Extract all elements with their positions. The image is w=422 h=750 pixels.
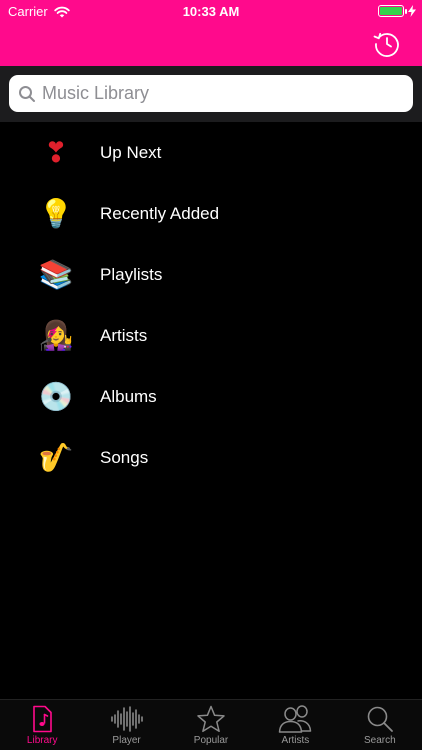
- list-item-albums[interactable]: 💿 Albums: [0, 366, 422, 427]
- status-bar: Carrier 10:33 AM: [0, 0, 422, 22]
- books-icon: 📚: [38, 258, 74, 291]
- magnifier-icon: [19, 85, 35, 102]
- app-header: Carrier 10:33 AM: [0, 0, 422, 66]
- star-icon: [197, 705, 225, 733]
- search-icon: [367, 706, 393, 732]
- list-item-label: Songs: [100, 447, 149, 467]
- list-item-label: Playlists: [100, 264, 163, 284]
- list-item-label: Albums: [100, 386, 157, 406]
- list-item-label: Up Next: [100, 142, 162, 162]
- search-input[interactable]: [42, 83, 392, 104]
- history-clock-icon[interactable]: [372, 29, 402, 59]
- list-item-songs[interactable]: 🎷 Songs: [0, 427, 422, 488]
- search-bar-container: [0, 66, 422, 122]
- tab-search[interactable]: Search: [338, 700, 422, 750]
- tab-label: Search: [363, 735, 396, 746]
- list-item-label: Artists: [100, 325, 148, 345]
- lightbulb-icon: 💡: [38, 197, 74, 230]
- list-item-up-next[interactable]: ❣ Up Next: [0, 122, 422, 183]
- disc-icon: 💿: [38, 380, 74, 413]
- saxophone-icon: 🎷: [38, 441, 74, 474]
- list-item-artists[interactable]: 👩‍🎤 Artists: [0, 305, 422, 366]
- tab-label: Library: [26, 735, 58, 746]
- people-icon: [279, 705, 312, 733]
- music-note-icon: [33, 705, 53, 733]
- list-item-label: Recently Added: [100, 203, 220, 223]
- status-time: 10:33 AM: [182, 4, 240, 19]
- tab-popular[interactable]: Popular: [169, 700, 253, 750]
- waveform-icon: [110, 706, 143, 732]
- charging-bolt-icon: [408, 5, 416, 17]
- battery-group: [378, 5, 416, 17]
- list-item-playlists[interactable]: 📚 Playlists: [0, 244, 422, 305]
- library-list: ❣ Up Next 💡 Recently Added 📚 Playlists 👩…: [0, 122, 422, 488]
- search-field[interactable]: [9, 75, 413, 112]
- tab-library[interactable]: Library: [0, 700, 84, 750]
- singer-icon: 👩‍🎤: [38, 319, 74, 352]
- tab-label: Player: [112, 735, 141, 746]
- tab-artists[interactable]: Artists: [253, 700, 337, 750]
- tab-label: Popular: [193, 735, 229, 746]
- tab-bar: Library Player Popular Artists Search: [0, 699, 422, 750]
- heart-exclamation-icon: ❣: [44, 136, 68, 169]
- battery-icon: [378, 5, 407, 17]
- tab-label: Artists: [281, 735, 310, 746]
- list-item-recently-added[interactable]: 💡 Recently Added: [0, 183, 422, 244]
- tab-player[interactable]: Player: [84, 700, 168, 750]
